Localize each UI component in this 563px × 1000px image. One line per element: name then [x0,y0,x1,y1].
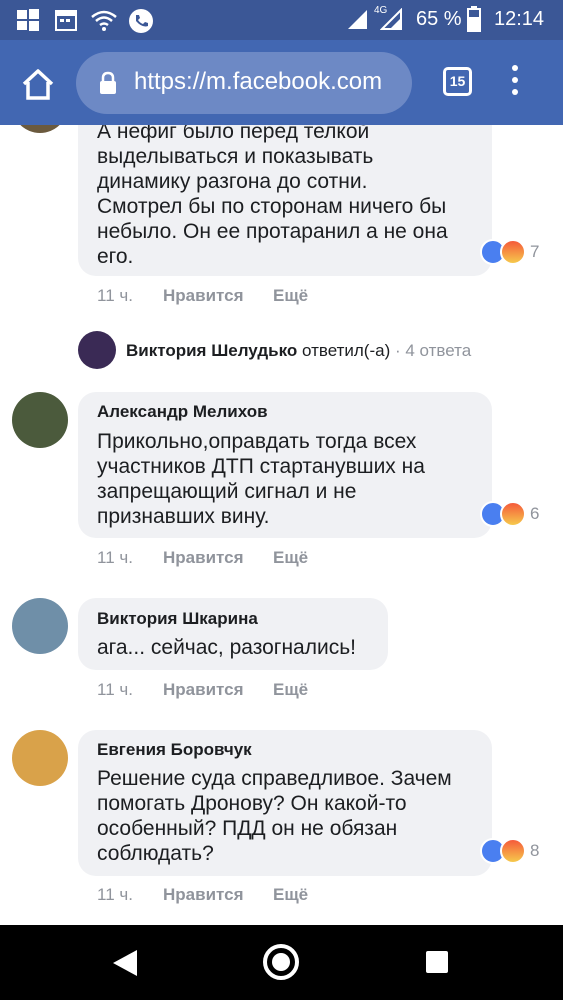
clock: 12:14 [494,8,545,30]
battery-percent: 65 % [416,8,462,30]
reply-author: Виктория Шелудько [126,341,298,360]
more-button[interactable]: Ещё [273,885,308,905]
status-bar: 4G 65 % 12:14 [0,0,563,40]
comment-text-line: признавших вину. [97,505,270,528]
comment-text-line: соблюдать? [97,842,214,865]
comment-text-line: Смотрел бы по сторонам ничего бы [97,195,447,218]
address-bar[interactable]: https://m.facebook.com [76,52,412,114]
like-button[interactable]: Нравится [163,680,244,700]
comment-time: 11 ч. [97,548,133,567]
comment-author[interactable]: Александр Мелихов [97,402,268,422]
lock-icon [100,71,116,94]
home-icon[interactable] [18,64,58,104]
comment-text-line: Решение суда справедливое. Зачем [97,767,452,790]
reply-action: ответил(-а) [302,341,391,360]
angry-icon [500,239,526,265]
comment-text-line: небыло. Он ее протаранил а не она [97,220,448,243]
reply-separator: · [390,341,406,360]
avatar[interactable] [12,730,68,786]
tab-switcher-button[interactable]: 15 [443,67,472,96]
phone-call-icon [129,9,153,33]
replies-text: Виктория Шелудько ответил(-а) · 4 ответа [126,341,471,361]
reply-count: 4 ответа [405,341,472,360]
comment-text-line: динамику разгона до сотни. [97,170,368,193]
signal-icon [348,10,367,29]
comment-text-line: помогать Дронову? Он какой-то [97,792,407,815]
comment-text-line: Прикольно,оправдать тогда всех [97,430,417,453]
like-button[interactable]: Нравится [163,885,244,905]
comments-list: А нефиг было перед телкой выделываться и… [0,125,563,925]
comment-text-line: А нефиг было перед телкой [97,125,370,143]
back-icon[interactable] [112,949,138,977]
system-nav-bar [0,925,563,1000]
comment-time: 11 ч. [97,885,133,904]
comment-time: 11 ч. [97,680,133,699]
comment-text-line: особенный? ПДД он не обязан [97,817,398,840]
more-button[interactable]: Ещё [273,548,308,568]
signal-icon-2 [380,8,402,30]
more-button[interactable]: Ещё [273,680,308,700]
comment-text-line: запрещающий сигнал и не [97,480,357,503]
calendar-icon [55,10,77,31]
like-button[interactable]: Нравится [163,286,244,306]
reaction-count: 6 [530,504,540,523]
url-text: https://m.facebook.com [134,68,383,95]
comment-text-line: выделываться и показывать [97,145,374,168]
wifi-icon [91,10,117,31]
more-button[interactable]: Ещё [273,286,308,306]
avatar[interactable] [12,125,68,133]
avatar[interactable] [12,392,68,448]
comment-text-line: ага... сейчас, разогнались! [97,636,356,659]
windows-icon [17,9,39,31]
comment-author[interactable]: Виктория Шкарина [97,609,258,629]
avatar [78,331,116,369]
angry-icon [500,838,526,864]
comment-time: 11 ч. [97,286,133,305]
recents-icon[interactable] [426,951,448,973]
reaction-count: 8 [530,841,540,860]
avatar[interactable] [12,598,68,654]
angry-icon [500,501,526,527]
battery-icon [467,6,481,32]
overflow-menu-icon[interactable] [505,65,525,101]
comment-author[interactable]: Евгения Боровчук [97,740,252,760]
like-button[interactable]: Нравится [163,548,244,568]
reaction-count: 7 [530,242,540,261]
comment-text-line: его. [97,245,134,268]
browser-toolbar: https://m.facebook.com 15 [0,40,563,125]
home-nav-icon[interactable] [263,944,299,980]
comment-text-line: участников ДТП стартанувших на [97,455,425,478]
